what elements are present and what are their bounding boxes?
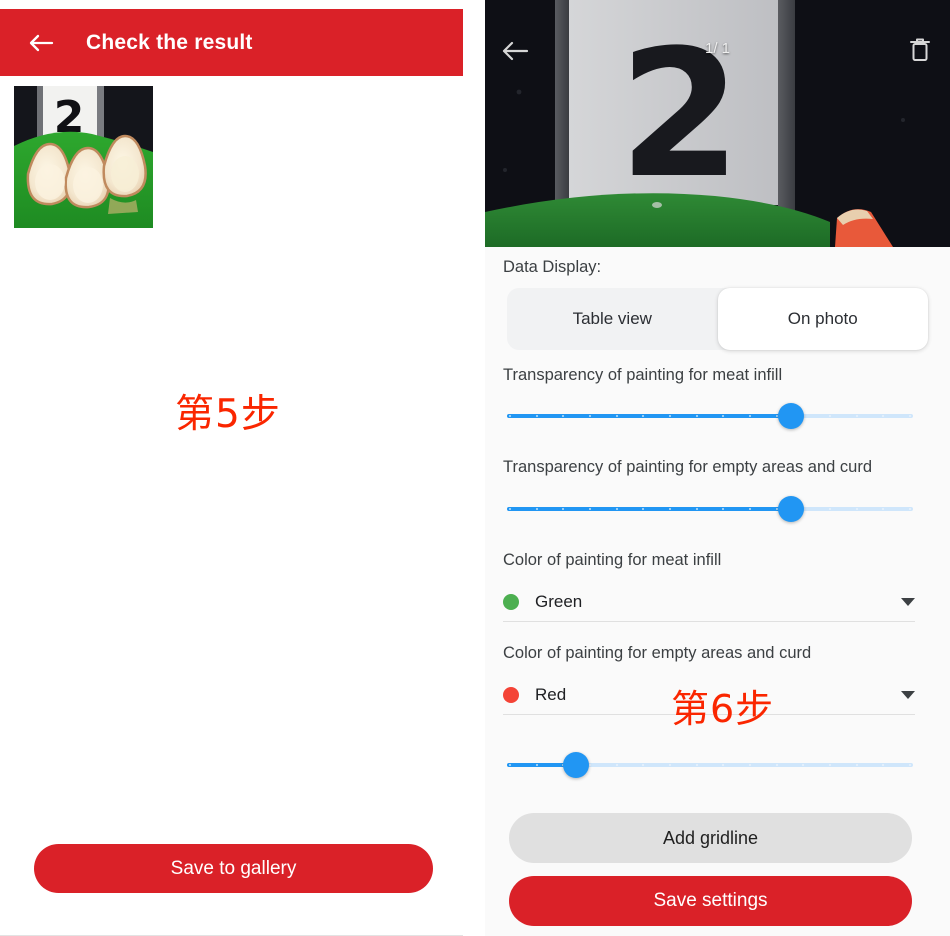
slider-tick [615, 415, 618, 417]
slider-tick [535, 508, 538, 510]
slider-tick [909, 508, 911, 510]
slider-thumb[interactable] [778, 403, 805, 429]
slider-2-label: Transparency of painting for empty areas… [503, 458, 873, 476]
photo-page-counter: 1/ 1 [704, 40, 731, 57]
slider-tick [695, 415, 698, 417]
slider-tick [642, 415, 645, 417]
data-display-segmented-control[interactable]: Table view On photo [507, 288, 928, 350]
slider-tick [642, 764, 645, 766]
slider-tick [562, 508, 565, 510]
data-display-label: Data Display: [503, 258, 602, 276]
color-meat-infill-dropdown[interactable]: Green [503, 582, 915, 622]
chevron-down-icon[interactable] [901, 690, 915, 699]
slider-tick [509, 508, 511, 510]
slider-tick [829, 415, 831, 417]
left-appbar: Check the result [0, 9, 463, 76]
slider-tick [669, 508, 671, 510]
save-settings-button[interactable]: Save settings [509, 876, 912, 926]
slider-tick [829, 764, 831, 766]
slider-tick [669, 415, 671, 417]
slider-tick [589, 415, 591, 417]
transparency-meat-infill-slider[interactable] [507, 403, 913, 429]
slider-tick [882, 415, 885, 417]
slider-tick [855, 764, 858, 766]
slider-thumb[interactable] [778, 496, 805, 522]
gridline-size-slider[interactable] [507, 752, 913, 778]
slider-tick [695, 508, 698, 510]
slider-tick [669, 764, 671, 766]
slider-tick [722, 764, 725, 766]
slider-1-label: Transparency of painting for meat infill [503, 366, 783, 384]
step-6-annotation: 第6步 [671, 687, 775, 731]
slider-tick [589, 508, 591, 510]
slider-tick [882, 508, 885, 510]
color-meat-infill-value: Green [535, 591, 583, 611]
slider-tick [589, 764, 591, 766]
slider-tick [535, 415, 538, 417]
slider-tick [855, 415, 858, 417]
slider-tick [829, 508, 831, 510]
trash-icon[interactable] [908, 36, 932, 64]
color-empty-curd-value: Red [535, 684, 567, 704]
color-empty-curd-label: Color of painting for empty areas and cu… [503, 644, 812, 662]
slider-tick [642, 508, 645, 510]
slider-ticks [507, 414, 913, 418]
slider-tick [775, 764, 778, 766]
color-meat-infill-label: Color of painting for meat infill [503, 551, 722, 569]
slider-tick [535, 764, 538, 766]
transparency-empty-curd-slider[interactable] [507, 496, 913, 522]
photo-viewer[interactable]: 2 1/ 1 [485, 0, 950, 247]
segment-table-view[interactable]: Table view [507, 288, 718, 350]
chevron-down-icon[interactable] [901, 597, 915, 606]
slider-thumb[interactable] [563, 752, 590, 778]
add-gridline-button[interactable]: Add gridline [509, 813, 912, 863]
slider-tick [855, 508, 858, 510]
slider-tick [722, 508, 725, 510]
panel-divider [463, 0, 485, 936]
slider-tick [909, 764, 911, 766]
slider-tick [749, 764, 751, 766]
screenshot-root: Check the result 2 第5步 Save to gallery 2… [0, 0, 950, 936]
slider-tick [882, 764, 885, 766]
slider-tick [615, 508, 618, 510]
left-screen: Check the result 2 第5步 Save to gallery [0, 0, 463, 936]
right-screen: 2 1/ 1 Data Display: Table view On photo… [485, 0, 950, 936]
arrow-left-icon[interactable] [26, 28, 56, 58]
slider-ticks [507, 507, 913, 511]
slider-tick [802, 764, 805, 766]
slider-tick [722, 415, 725, 417]
step-5-annotation: 第5步 [175, 392, 281, 437]
result-thumbnail[interactable]: 2 [14, 86, 153, 228]
page-title: Check the result [86, 30, 253, 54]
slider-tick [562, 415, 565, 417]
color-swatch-red [503, 686, 519, 703]
slider-tick [615, 764, 618, 766]
slider-tick [749, 415, 751, 417]
slider-tick [695, 764, 698, 766]
slider-tick [749, 508, 751, 510]
segment-on-photo[interactable]: On photo [717, 288, 928, 350]
slider-tick [509, 415, 511, 417]
color-swatch-green [503, 593, 519, 610]
slider-tick [509, 764, 511, 766]
save-to-gallery-button[interactable]: Save to gallery [34, 844, 433, 893]
slider-tick [909, 415, 911, 417]
